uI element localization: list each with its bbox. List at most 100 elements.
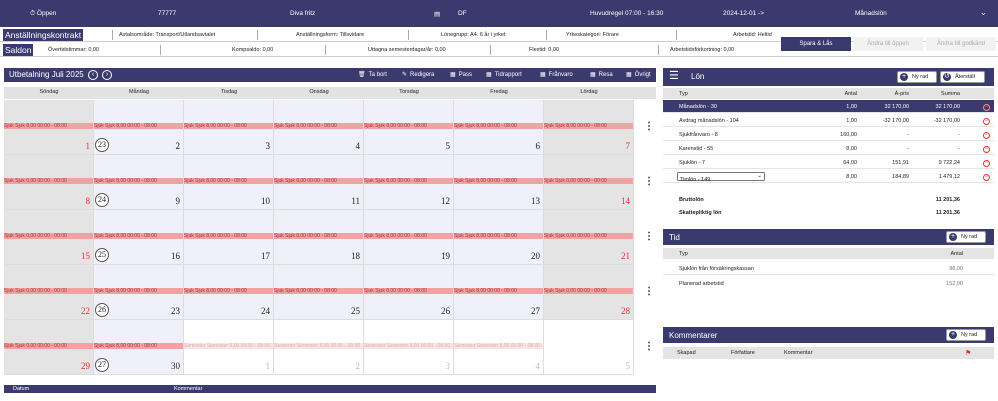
absence-entry[interactable]: Sjuk Sjuk 8,00 00:00 - 08:00 [544,123,633,129]
calendar-day-cell[interactable]: Semester Semester 8,00 00:00 - 08:00 3 [364,320,454,375]
calendar-day-cell[interactable]: Sjuk Sjuk 8,00 00:00 - 08:00 4 [274,100,364,155]
calendar-day-cell[interactable]: Sjuk Sjuk 8,00 00:00 - 08:00 6 [454,100,544,155]
change-to-approved-button[interactable]: Ändra till godkänd [926,37,996,51]
lon-row[interactable]: Karenstid - 55 8,00 - - − [663,142,994,155]
absence-entry[interactable]: Sjuk Sjuk 8,00 00:00 - 08:00 [274,123,363,129]
week-menu-icon[interactable]: ⋮ [644,287,654,297]
absence-entry[interactable]: Sjuk Sjuk 8,00 00:00 - 08:00 [94,288,183,294]
calendar-day-cell[interactable]: Sjuk Sjuk 8,00 00:00 - 08:00 26 [364,265,454,320]
lon-row[interactable]: Månadslön - 30 1,00 32 170,00 32 170,00 − [663,100,994,113]
other-button[interactable]: ▦ Övrigt [626,71,651,78]
week-menu-icon[interactable]: ⋮ [644,342,654,352]
absence-entry[interactable]: Sjuk Sjuk 8,00 00:00 - 08:00 [94,233,183,239]
flag-icon[interactable]: ⚑ [965,349,971,357]
calendar-day-cell[interactable]: Sjuk Sjuk 8,00 00:00 - 08:00 5 [364,100,454,155]
absence-entry[interactable]: Sjuk Sjuk 0,00 00:00 - 00:00 [4,178,93,184]
absence-entry[interactable]: Sjuk Sjuk 8,00 00:00 - 08:00 [454,288,543,294]
calendar-day-cell[interactable]: Sjuk Sjuk 8,00 00:00 - 08:00 17 [184,210,274,265]
menu-icon[interactable]: ☰ [669,71,679,82]
wage-type-select[interactable]: Timlön - 149 ⌄ [677,172,765,183]
absence-entry[interactable]: Sjuk Sjuk 8,00 00:00 - 08:00 [274,233,363,239]
absence-entry[interactable]: Sjuk Sjuk 8,00 00:00 - 08:00 [94,343,183,349]
absence-entry[interactable]: Sjuk Sjuk 8,00 00:00 - 08:00 [454,123,543,129]
absence-entry[interactable]: Sjuk Sjuk 8,00 00:00 - 08:00 [94,123,183,129]
chevron-down-icon[interactable]: ⌄ [980,8,987,17]
week-menu-icon[interactable]: ⋮ [644,122,654,132]
remove-icon[interactable]: − [983,104,990,111]
restore-button[interactable]: ↺ Återställ [940,71,985,83]
absence-entry[interactable]: Semester Semester 8,00 00:00 - 08:00 [454,343,543,349]
absence-entry[interactable]: Sjuk Sjuk 0,00 00:00 - 00:00 [4,343,93,349]
week-menu-icon[interactable]: ⋮ [644,177,654,187]
calendar-day-cell[interactable]: Sjuk Sjuk 8,00 00:00 - 08:00 18 [274,210,364,265]
remove-icon[interactable]: − [983,118,990,125]
calendar-day-cell[interactable]: Sjuk Sjuk 0,00 00:00 - 00:00 21 [544,210,634,265]
calendar-day-cell[interactable]: Sjuk Sjuk 8,00 00:00 - 08:00 11 [274,155,364,210]
absence-entry[interactable]: Sjuk Sjuk 8,00 00:00 - 08:00 [364,123,453,129]
absence-entry[interactable]: Sjuk Sjuk 8,00 00:00 - 08:00 [274,288,363,294]
calendar-day-cell[interactable]: 5 [544,320,634,375]
lon-row[interactable]: Sjukfrånvaro - 8 160,00 - - − [663,128,994,141]
week-menu-icon[interactable]: ⋮ [644,232,654,242]
remove-icon[interactable]: − [983,146,990,153]
absence-entry[interactable]: Sjuk Sjuk 0,00 00:00 - 00:00 [4,288,93,294]
calendar-day-cell[interactable]: Sjuk Sjuk 8,00 00:00 - 08:00 1 [4,100,94,155]
absence-entry[interactable]: Sjuk Sjuk 0,00 00:00 - 00:00 [544,178,633,184]
absence-entry[interactable]: Sjuk Sjuk 8,00 00:00 - 08:00 [184,233,273,239]
calendar-day-cell[interactable]: Semester Semester 8,00 00:00 - 08:00 2 [274,320,364,375]
tid-row[interactable]: Planerad arbetstid 152,00 [663,277,994,290]
prev-month-button[interactable]: ‹ [88,70,98,80]
calendar-day-cell[interactable]: Sjuk Sjuk 8,00 00:00 - 08:00 3 [184,100,274,155]
pass-button[interactable]: ▦ Pass [450,71,472,78]
calendar-day-cell[interactable]: Sjuk Sjuk 0,00 00:00 - 00:00 28 [544,265,634,320]
absence-entry[interactable]: Semester Semester 8,00 00:00 - 08:00 [274,343,363,349]
next-month-button[interactable]: › [102,70,112,80]
calendar-day-cell[interactable]: Sjuk Sjuk 0,00 00:00 - 00:00 22 [4,265,94,320]
calendar-day-cell[interactable]: Sjuk Sjuk 8,00 00:00 - 08:00 20 [454,210,544,265]
calendar-day-cell[interactable]: Sjuk Sjuk 8,00 00:00 - 08:00 12 [364,155,454,210]
remove-icon[interactable]: − [983,132,990,139]
absence-entry[interactable]: Sjuk Sjuk 8,00 00:00 - 08:00 [184,178,273,184]
absence-button[interactable]: ▦ Frånvaro [540,71,573,78]
time-report-button[interactable]: ▦ Tidrapport [486,71,522,78]
trip-button[interactable]: ▦ Resa [590,71,613,78]
calendar-day-cell[interactable]: Sjuk Sjuk 8,00 00:00 - 08:00 25 [274,265,364,320]
calendar-day-cell[interactable]: Sjuk Sjuk 8,00 00:00 - 08:00 7 [544,100,634,155]
comments-new-row-button[interactable]: + Ny rad [946,329,986,341]
calendar-day-cell[interactable]: Sjuk Sjuk 8,00 00:00 - 08:00 27 [454,265,544,320]
absence-entry[interactable]: Sjuk Sjuk 8,00 00:00 - 08:00 [274,178,363,184]
lon-new-row-button[interactable]: + Ny rad [897,71,937,83]
delete-button[interactable]: 🗑 Ta bort [358,71,387,78]
absence-entry[interactable]: Sjuk Sjuk 8,00 00:00 - 08:00 [364,233,453,239]
calendar-day-cell[interactable]: Semester Semester 8,00 00:00 - 08:00 4 [454,320,544,375]
lon-row[interactable]: Timlön - 149 ⌄ 8,00 184,89 1 479,12 − [663,170,994,183]
calendar-day-cell[interactable]: Sjuk Sjuk 0,00 00:00 - 00:00 8 [4,155,94,210]
absence-entry[interactable]: Semester Semester 8,00 00:00 - 08:00 [364,343,453,349]
calendar-day-cell[interactable]: Sjuk Sjuk 8,00 00:00 - 08:00 10 [184,155,274,210]
absence-entry[interactable]: Sjuk Sjuk 0,00 00:00 - 00:00 [544,233,633,239]
absence-entry[interactable]: Sjuk Sjuk 8,00 00:00 - 08:00 [364,288,453,294]
edit-button[interactable]: ✎ Redigera [402,71,434,78]
calendar-day-cell[interactable]: Sjuk Sjuk 8,00 00:00 - 08:00 24 [184,265,274,320]
save-lock-button[interactable]: Spara & Lås [781,37,851,51]
calendar-day-cell[interactable]: Sjuk Sjuk 8,00 00:00 - 08:00 13 [454,155,544,210]
absence-entry[interactable]: Sjuk Sjuk 8,00 00:00 - 08:00 [184,123,273,129]
absence-entry[interactable]: Sjuk Sjuk 8,00 00:00 - 08:00 [94,178,183,184]
change-to-open-button[interactable]: Ändra till öppen [853,37,923,51]
lon-row[interactable]: Avdrag månadslön - 104 1,00 -32 170,00 -32 … [663,114,994,127]
remove-icon[interactable]: − [983,160,990,167]
calendar-day-cell[interactable]: Sjuk Sjuk 0,00 00:00 - 00:00 29 [4,320,94,375]
remove-icon[interactable]: − [983,174,990,181]
absence-entry[interactable]: Sjuk Sjuk 0,00 00:00 - 00:00 [544,288,633,294]
absence-entry[interactable]: Sjuk Sjuk 8,00 00:00 - 08:00 [364,178,453,184]
lon-row[interactable]: Sjuklön - 7 64,00 151,91 9 722,24 − [663,156,994,169]
absence-entry[interactable]: Sjuk Sjuk 8,00 00:00 - 08:00 [454,233,543,239]
calendar-day-cell[interactable]: Sjuk Sjuk 0,00 00:00 - 00:00 14 [544,155,634,210]
tid-new-row-button[interactable]: + Ny rad [946,231,986,243]
calendar-day-cell[interactable]: Sjuk Sjuk 8,00 00:00 - 08:00 19 [364,210,454,265]
absence-entry[interactable]: Sjuk Sjuk 8,00 00:00 - 08:00 [454,178,543,184]
calendar-day-cell[interactable]: Semester Semester 8,00 00:00 - 08:00 1 [184,320,274,375]
absence-entry[interactable]: Sjuk Sjuk 8,00 00:00 - 08:00 [184,288,273,294]
absence-entry[interactable]: Sjuk Sjuk 8,00 00:00 - 08:00 [4,123,93,129]
calendar-day-cell[interactable]: Sjuk Sjuk 0,00 00:00 - 00:00 15 [4,210,94,265]
